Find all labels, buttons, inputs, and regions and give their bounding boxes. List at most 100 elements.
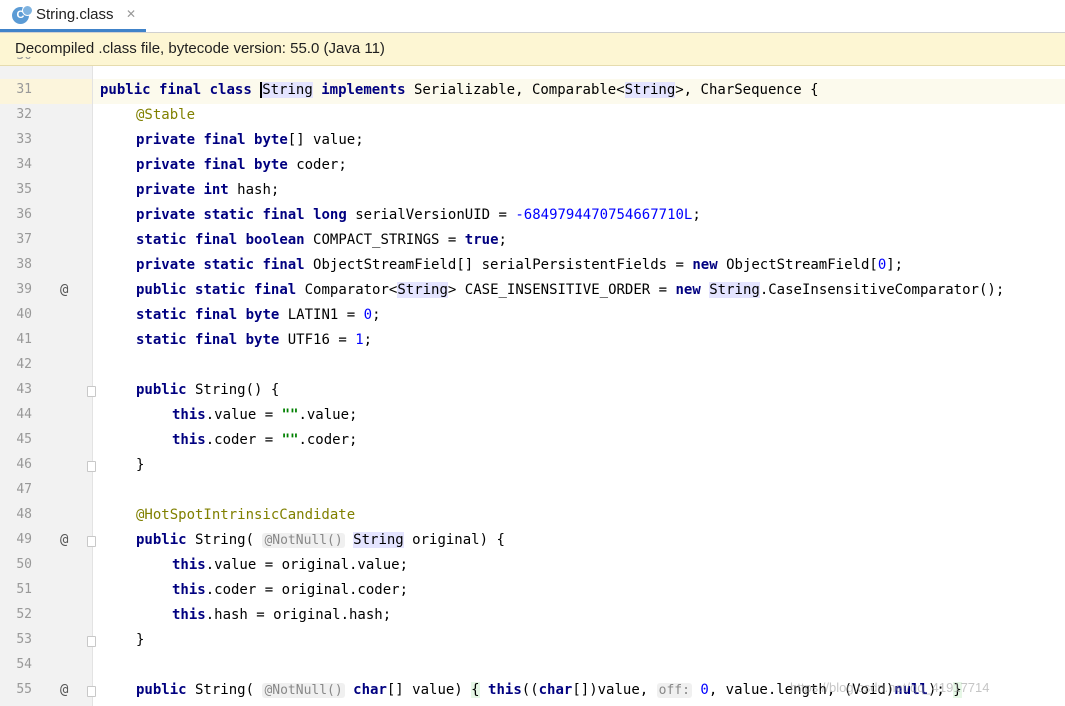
code-line[interactable]: 37 static final boolean COMPACT_STRINGS =…	[0, 229, 1065, 254]
code-line[interactable]: 44 this.value = "".value;	[0, 404, 1065, 429]
code-line[interactable]: 54	[0, 654, 1065, 679]
code-line[interactable]: 40 static final byte LATIN1 = 0;	[0, 304, 1065, 329]
code-line[interactable]: 31 public final class String implements S…	[0, 79, 1065, 104]
code-line[interactable]: 50 this.value = original.value;	[0, 554, 1065, 579]
code-line[interactable]: 53}	[0, 629, 1065, 654]
code-line[interactable]: 52 this.hash = original.hash;	[0, 604, 1065, 629]
code-token: boolean	[245, 232, 305, 248]
code-line[interactable]: 49 @ public String( @NotNull() String orig…	[0, 529, 1065, 554]
code-token: final	[195, 307, 238, 323]
code-token: ""	[281, 407, 299, 423]
code-text: public final class String implements Ser…	[100, 82, 819, 98]
code-text: }	[136, 457, 144, 473]
code-text: private static final ObjectStreamField[]…	[136, 257, 903, 273]
override-marker-icon[interactable]: @	[60, 532, 68, 548]
line-number: 48	[16, 507, 32, 522]
code-line[interactable]: 41 static final byte UTF16 = 1;	[0, 329, 1065, 354]
code-token: ObjectStreamField[] serialPersistentFiel…	[304, 257, 693, 273]
code-token: ""	[281, 432, 299, 448]
override-marker-icon[interactable]: @	[60, 282, 68, 298]
code-line[interactable]: 51 this.coder = original.coder;	[0, 579, 1065, 604]
fold-toggle-icon[interactable]	[87, 686, 96, 697]
code-token: class	[209, 82, 252, 98]
code-token: byte	[254, 132, 288, 148]
code-token: final	[254, 282, 297, 298]
line-number: 39	[16, 282, 32, 297]
line-number: 32	[16, 107, 32, 122]
fold-toggle-icon[interactable]	[87, 386, 96, 397]
code-line[interactable]: 43 public String() {	[0, 379, 1065, 404]
code-token: original) {	[403, 532, 505, 548]
code-text: private static final long serialVersionU…	[136, 207, 701, 223]
fold-toggle-icon[interactable]	[87, 636, 96, 647]
code-token: public	[136, 282, 187, 298]
code-text: this.coder = original.coder;	[172, 582, 408, 598]
code-token: .coder;	[298, 432, 358, 448]
code-token: [] value;	[287, 132, 364, 148]
code-line[interactable]: 34 private final byte coder;	[0, 154, 1065, 179]
code-token: ;	[372, 307, 381, 323]
code-text: public String( @NotNull() String origina…	[136, 532, 505, 548]
code-token: private	[136, 182, 196, 198]
code-token: LATIN1 =	[279, 307, 364, 323]
code-token: > CASE_INSENSITIVE_ORDER =	[447, 282, 676, 298]
code-token: this	[172, 407, 206, 423]
code-line[interactable]: 33 private final byte[] value;	[0, 129, 1065, 154]
line-number: 54	[16, 657, 32, 672]
code-token: >, CharSequence {	[675, 82, 819, 98]
code-token: public	[100, 82, 151, 98]
code-token: private	[136, 257, 196, 273]
code-line[interactable]: 32 @Stable	[0, 104, 1065, 129]
override-marker-icon[interactable]: @	[60, 682, 68, 698]
fold-toggle-icon[interactable]	[87, 461, 96, 472]
code-line[interactable]: 36 private static final long serialVersio…	[0, 204, 1065, 229]
code-text: public String() {	[136, 382, 279, 398]
code-editor[interactable]: 31 public final class String implements S…	[0, 0, 1065, 706]
code-token: byte	[254, 157, 288, 173]
fold-toggle-icon[interactable]	[87, 536, 96, 547]
code-line[interactable]: 46}	[0, 454, 1065, 479]
code-token: COMPACT_STRINGS =	[304, 232, 465, 248]
code-line[interactable]: 35 private int hash;	[0, 179, 1065, 204]
code-token: ];	[886, 257, 904, 273]
code-text: }	[136, 632, 144, 648]
code-token: int	[203, 182, 229, 198]
code-line[interactable]: 48 @HotSpotIntrinsicCandidate	[0, 504, 1065, 529]
code-line[interactable]: 39 @ public static final Comparator<String…	[0, 279, 1065, 304]
code-line[interactable]: 45 this.coder = "".coder;	[0, 429, 1065, 454]
code-token: final	[195, 232, 238, 248]
line-number: 46	[16, 457, 32, 472]
code-token: implements	[321, 82, 406, 98]
code-token: public	[136, 532, 187, 548]
line-number: 34	[16, 157, 32, 172]
code-token: true	[464, 232, 499, 248]
code-token: -6849794470754667710L	[515, 207, 693, 223]
code-token: .hash = original.hash;	[205, 607, 392, 623]
code-token: public	[136, 382, 187, 398]
code-text: this.value = "".value;	[172, 407, 357, 423]
code-token: char	[538, 682, 573, 698]
code-line[interactable]: 47	[0, 479, 1065, 504]
code-token: public	[136, 682, 187, 698]
code-token: 0	[363, 307, 373, 323]
code-line[interactable]: 38 private static final ObjectStreamField…	[0, 254, 1065, 279]
code-text: this.coder = "".coder;	[172, 432, 357, 448]
code-text: private final byte coder;	[136, 157, 347, 173]
line-number: 51	[16, 582, 32, 597]
code-token: .coder =	[205, 432, 282, 448]
code-text: static final byte UTF16 = 1;	[136, 332, 372, 348]
line-number: 52	[16, 607, 32, 622]
code-token: final	[262, 207, 305, 223]
code-token: ((	[521, 682, 539, 698]
code-token: ;	[692, 207, 701, 223]
code-token: new	[675, 282, 701, 298]
code-token: private	[136, 157, 196, 173]
code-line[interactable]: 42	[0, 354, 1065, 379]
code-token: .value =	[205, 407, 282, 423]
